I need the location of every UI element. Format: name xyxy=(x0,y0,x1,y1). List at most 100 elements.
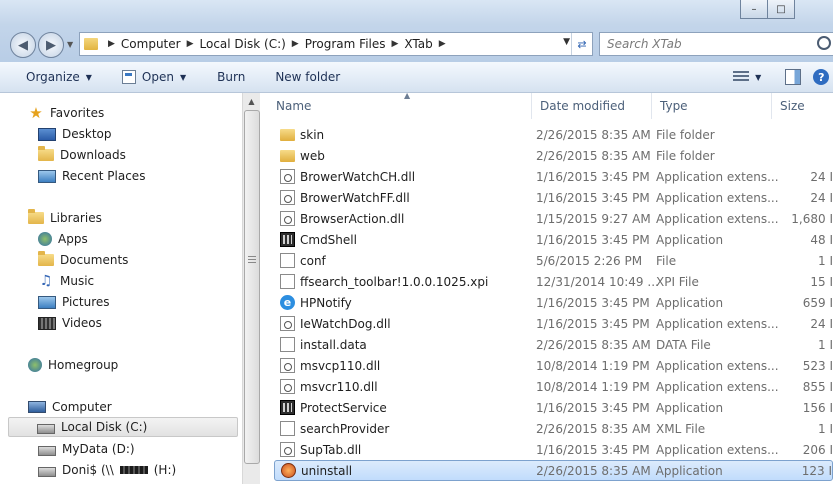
file-type: Application xyxy=(656,295,724,310)
breadcrumb-program-files[interactable]: Program Files xyxy=(305,37,386,51)
nav-label: Videos xyxy=(62,316,102,330)
nav-local-disk[interactable]: Local Disk (C:) xyxy=(8,417,238,437)
minimize-icon: – xyxy=(751,3,757,15)
minimize-button[interactable]: – xyxy=(740,0,768,19)
nav-computer[interactable]: Computer xyxy=(28,397,112,417)
breadcrumb-arrow-icon[interactable]: ▶ xyxy=(439,39,446,49)
breadcrumb-arrow-icon[interactable]: ▶ xyxy=(292,39,299,49)
open-button[interactable]: Open ▼ xyxy=(121,62,186,92)
dll-icon xyxy=(280,169,295,184)
refresh-button[interactable]: ⇄ xyxy=(571,33,592,55)
table-row[interactable]: ffsearch_toolbar!1.0.0.1025.xpi 12/31/201… xyxy=(274,271,833,292)
table-row[interactable]: searchProvider 2/26/2015 8:35 AM XML File 1… xyxy=(274,418,833,439)
recent-pages-dropdown-icon[interactable]: ▼ xyxy=(67,40,73,49)
file-size: 123 I xyxy=(801,463,833,478)
scroll-up-icon[interactable]: ▲ xyxy=(243,93,260,110)
file-type: DATA File xyxy=(656,337,711,352)
table-row[interactable]: BrowerWatchFF.dll 1/16/2015 3:45 PM Applic… xyxy=(274,187,833,208)
file-date: 2/26/2015 8:35 AM xyxy=(536,127,651,142)
breadcrumb-local-disk[interactable]: Local Disk (C:) xyxy=(200,37,286,51)
file-size: 15 I xyxy=(810,274,833,289)
table-row[interactable]: msvcp110.dll 10/8/2014 1:19 PM Application… xyxy=(274,355,833,376)
file-date: 2/26/2015 8:35 AM xyxy=(536,337,651,352)
column-header-date[interactable]: Date modified xyxy=(532,93,652,119)
file-date: 1/16/2015 3:45 PM xyxy=(536,295,650,310)
table-row[interactable]: IeWatchDog.dll 1/16/2015 3:45 PM Applicati… xyxy=(274,313,833,334)
help-button[interactable]: ? xyxy=(813,62,830,92)
column-label: Date modified xyxy=(540,99,626,113)
preview-pane-button[interactable] xyxy=(785,62,802,92)
column-header-type[interactable]: Type xyxy=(652,93,772,119)
downloads-folder-icon xyxy=(38,146,54,161)
nav-desktop[interactable]: Desktop xyxy=(38,124,112,144)
file-type: Application extens... xyxy=(656,316,779,331)
nav-apps[interactable]: Apps xyxy=(38,229,88,249)
column-header-size[interactable]: Size xyxy=(772,93,833,119)
table-row[interactable]: SupTab.dll 1/16/2015 3:45 PM Application e… xyxy=(274,439,833,460)
file-name: msvcp110.dll xyxy=(300,358,381,373)
burn-button[interactable]: Burn xyxy=(217,62,245,92)
table-row[interactable]: e HPNotify 1/16/2015 3:45 PM Application 659… xyxy=(274,292,833,313)
forward-button[interactable]: ▶ xyxy=(38,32,64,58)
nav-doni-share[interactable]: Doni$ (\\ (H:) xyxy=(38,460,176,480)
nav-label: Downloads xyxy=(60,148,126,162)
file-name-cell: searchProvider xyxy=(274,421,536,436)
breadcrumb-arrow-icon[interactable]: ▶ xyxy=(187,39,194,49)
nav-label: (H:) xyxy=(153,463,177,477)
organize-button[interactable]: Organize ▼ xyxy=(26,62,92,92)
nav-favorites[interactable]: ★ Favorites xyxy=(28,103,104,123)
nav-documents[interactable]: Documents xyxy=(38,250,128,270)
breadcrumb-arrow-icon[interactable]: ▶ xyxy=(108,39,115,49)
nav-label: Recent Places xyxy=(62,169,146,183)
file-size: 156 I xyxy=(802,400,833,415)
table-row[interactable]: BrowerWatchCH.dll 1/16/2015 3:45 PM Applic… xyxy=(274,166,833,187)
burn-label: Burn xyxy=(217,70,246,84)
table-row[interactable]: ProtectService 1/16/2015 3:45 PM Applicati… xyxy=(274,397,833,418)
new-folder-button[interactable]: New folder xyxy=(275,62,340,92)
nav-libraries[interactable]: Libraries xyxy=(28,208,102,228)
breadcrumb-arrow-icon[interactable]: ▶ xyxy=(392,39,399,49)
file-date: 5/6/2015 2:26 PM xyxy=(536,253,643,268)
address-dropdown-icon[interactable]: ▼ xyxy=(563,37,570,47)
navigation-scrollbar[interactable]: ▲ xyxy=(242,93,260,484)
nav-homegroup[interactable]: Homegroup xyxy=(28,355,118,375)
address-bar[interactable]: ▶ Computer ▶ Local Disk (C:) ▶ Program F… xyxy=(79,32,593,56)
table-row[interactable]: skin 2/26/2015 8:35 AM File folder xyxy=(274,124,833,145)
breadcrumb-xtab[interactable]: XTab xyxy=(404,37,432,51)
file-type: Application extens... xyxy=(656,358,779,373)
dll-icon xyxy=(280,358,295,373)
file-name: BrowerWatchFF.dll xyxy=(300,190,410,205)
nav-videos[interactable]: Videos xyxy=(38,313,102,333)
nav-label: Documents xyxy=(60,253,129,267)
nav-mydata[interactable]: MyData (D:) xyxy=(38,439,135,459)
breadcrumb-computer[interactable]: Computer xyxy=(121,37,181,51)
table-row[interactable]: conf 5/6/2015 2:26 PM File 1 I xyxy=(274,250,833,271)
forward-arrow-icon: ▶ xyxy=(46,37,56,53)
back-button[interactable]: ◀ xyxy=(10,32,36,58)
file-size: 659 I xyxy=(802,295,833,310)
change-view-button[interactable]: ▼ xyxy=(733,62,761,92)
table-row[interactable]: msvcr110.dll 10/8/2014 1:19 PM Application… xyxy=(274,376,833,397)
nav-music[interactable]: ♫ Music xyxy=(38,271,94,291)
table-row[interactable]: web 2/26/2015 8:35 AM File folder xyxy=(274,145,833,166)
nav-label: MyData (D:) xyxy=(62,442,135,456)
nav-pictures[interactable]: Pictures xyxy=(38,292,110,312)
table-row[interactable]: uninstall 2/26/2015 8:35 AM Application 123… xyxy=(274,460,833,481)
search-input[interactable]: Search XTab xyxy=(599,32,833,56)
nav-label: Local Disk (C:) xyxy=(61,420,148,434)
nav-downloads[interactable]: Downloads xyxy=(38,145,126,165)
documents-icon xyxy=(38,251,54,266)
maximize-button[interactable]: □ xyxy=(768,0,795,19)
file-icon xyxy=(280,253,295,268)
file-list: ▲ Name Date modified Type Size skin 2/26/… xyxy=(260,91,833,484)
table-row[interactable]: install.data 2/26/2015 8:35 AM DATA File 1 … xyxy=(274,334,833,355)
table-row[interactable]: CmdShell 1/16/2015 3:45 PM Application 48 I xyxy=(274,229,833,250)
file-name-cell: BrowerWatchFF.dll xyxy=(274,190,536,205)
column-header-name[interactable]: ▲ Name xyxy=(268,91,532,119)
nav-recent-places[interactable]: Recent Places xyxy=(38,166,145,186)
refresh-icon: ⇄ xyxy=(577,37,587,51)
file-name-cell: IeWatchDog.dll xyxy=(274,316,536,331)
file-size: 523 I xyxy=(802,358,833,373)
scrollbar-thumb[interactable] xyxy=(244,110,260,464)
table-row[interactable]: BrowserAction.dll 1/15/2015 9:27 AM Applic… xyxy=(274,208,833,229)
